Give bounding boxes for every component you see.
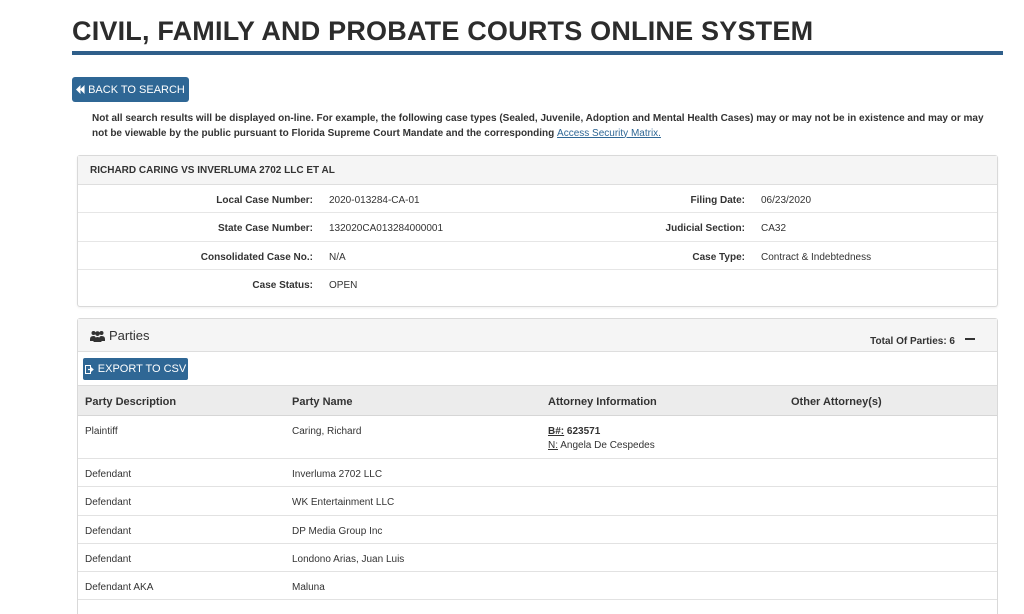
party-name: Inverluma 2702 LLC bbox=[292, 469, 383, 480]
party-name: DP Media Group Inc bbox=[292, 525, 383, 537]
parties-panel: Parties Total Of Parties: 6 EXPORT TO CS… bbox=[77, 318, 998, 614]
party-description: Defendant AKA bbox=[85, 582, 154, 594]
consolidated-case-value: N/A bbox=[329, 251, 346, 263]
attorney-name-label: N: bbox=[548, 440, 558, 451]
party-description: Defendant bbox=[85, 497, 132, 509]
sign-out-icon bbox=[84, 364, 94, 374]
filing-date-label: Filing Date: bbox=[690, 195, 745, 206]
judicial-section-value: CA32 bbox=[761, 223, 787, 235]
state-case-number-label: State Case Number: bbox=[217, 223, 313, 235]
parties-table: Party Description Party Name Attorney In… bbox=[78, 385, 997, 601]
minus-icon[interactable] bbox=[965, 338, 975, 340]
state-case-number-value: 132020CA013284000001 bbox=[329, 223, 443, 235]
consolidated-case-label: Consolidated Case No.: bbox=[200, 251, 313, 263]
party-name: Caring, Richard bbox=[292, 426, 362, 437]
party-name: WK Entertainment LLC bbox=[292, 497, 395, 509]
column-header-party-name: Party Name bbox=[292, 396, 353, 408]
attorney-information: B#: 623571 N: Angela De Cespedes bbox=[548, 425, 655, 453]
party-description: Plaintiff bbox=[85, 426, 118, 437]
party-description: Defendant bbox=[85, 553, 132, 565]
table-row: Defendant AKA Maluna bbox=[78, 572, 997, 601]
back-to-search-button[interactable]: BACK TO SEARCH bbox=[72, 77, 189, 102]
table-row: Defendant Londono Arias, Juan Luis bbox=[78, 544, 997, 573]
case-row: State Case Number: 132020CA013284000001 … bbox=[78, 213, 997, 242]
local-case-number-value: 2020-013284-CA-01 bbox=[329, 195, 420, 206]
users-icon bbox=[90, 330, 105, 342]
attorney-name-value: Angela De Cespedes bbox=[560, 440, 655, 451]
table-row: Defendant WK Entertainment LLC bbox=[78, 487, 997, 516]
export-to-csv-button[interactable]: EXPORT TO CSV bbox=[83, 358, 188, 380]
export-to-csv-label: EXPORT TO CSV bbox=[97, 363, 187, 375]
page-title: CIVIL, FAMILY AND PROBATE COURTS ONLINE … bbox=[72, 16, 814, 46]
access-security-matrix-link[interactable]: Access Security Matrix. bbox=[557, 128, 661, 139]
local-case-number-label: Local Case Number: bbox=[216, 195, 313, 206]
case-status-value: OPEN bbox=[329, 279, 358, 291]
title-rule bbox=[72, 51, 1003, 55]
parties-title: Parties bbox=[90, 328, 149, 343]
parties-title-label: Parties bbox=[109, 328, 150, 343]
total-parties-count: Total Of Parties: 6 bbox=[870, 336, 955, 347]
judicial-section-label: Judicial Section: bbox=[665, 223, 745, 235]
table-row: Plaintiff Caring, Richard B#: 623571 N: … bbox=[78, 416, 997, 459]
case-status-label: Case Status: bbox=[252, 279, 313, 291]
column-header-party-description: Party Description bbox=[85, 396, 177, 408]
bar-number-label: B#: bbox=[548, 426, 565, 437]
case-row: Consolidated Case No.: N/A Case Type: Co… bbox=[78, 242, 997, 270]
filing-date-value: 06/23/2020 bbox=[761, 195, 812, 206]
party-name: Maluna bbox=[292, 582, 325, 594]
party-description: Defendant bbox=[85, 525, 132, 537]
bar-number-value: 623571 bbox=[566, 426, 601, 437]
notice-text: Not all search results will be displayed… bbox=[92, 113, 984, 139]
party-description: Defendant bbox=[85, 469, 132, 480]
case-row: Local Case Number: 2020-013284-CA-01 Fil… bbox=[78, 185, 997, 214]
double-chevron-left-icon bbox=[76, 85, 85, 94]
case-summary-panel: RICHARD CARING VS INVERLUMA 2702 LLC ET … bbox=[77, 155, 998, 307]
table-row: Defendant DP Media Group Inc bbox=[78, 516, 997, 544]
access-notice: Not all search results will be displayed… bbox=[92, 112, 992, 141]
table-row: Defendant Inverluma 2702 LLC bbox=[78, 459, 997, 488]
case-type-label: Case Type: bbox=[692, 251, 745, 263]
case-row: Case Status: OPEN bbox=[78, 270, 997, 298]
table-header: Party Description Party Name Attorney In… bbox=[78, 385, 997, 416]
case-title: RICHARD CARING VS INVERLUMA 2702 LLC ET … bbox=[78, 156, 997, 185]
case-type-value: Contract & Indebtedness bbox=[761, 251, 872, 263]
parties-header: Parties Total Of Parties: 6 bbox=[78, 319, 997, 352]
column-header-attorney-information: Attorney Information bbox=[548, 396, 657, 408]
back-to-search-label: BACK TO SEARCH bbox=[88, 83, 185, 96]
column-header-other-attorneys: Other Attorney(s) bbox=[791, 396, 882, 408]
party-name: Londono Arias, Juan Luis bbox=[292, 553, 405, 565]
